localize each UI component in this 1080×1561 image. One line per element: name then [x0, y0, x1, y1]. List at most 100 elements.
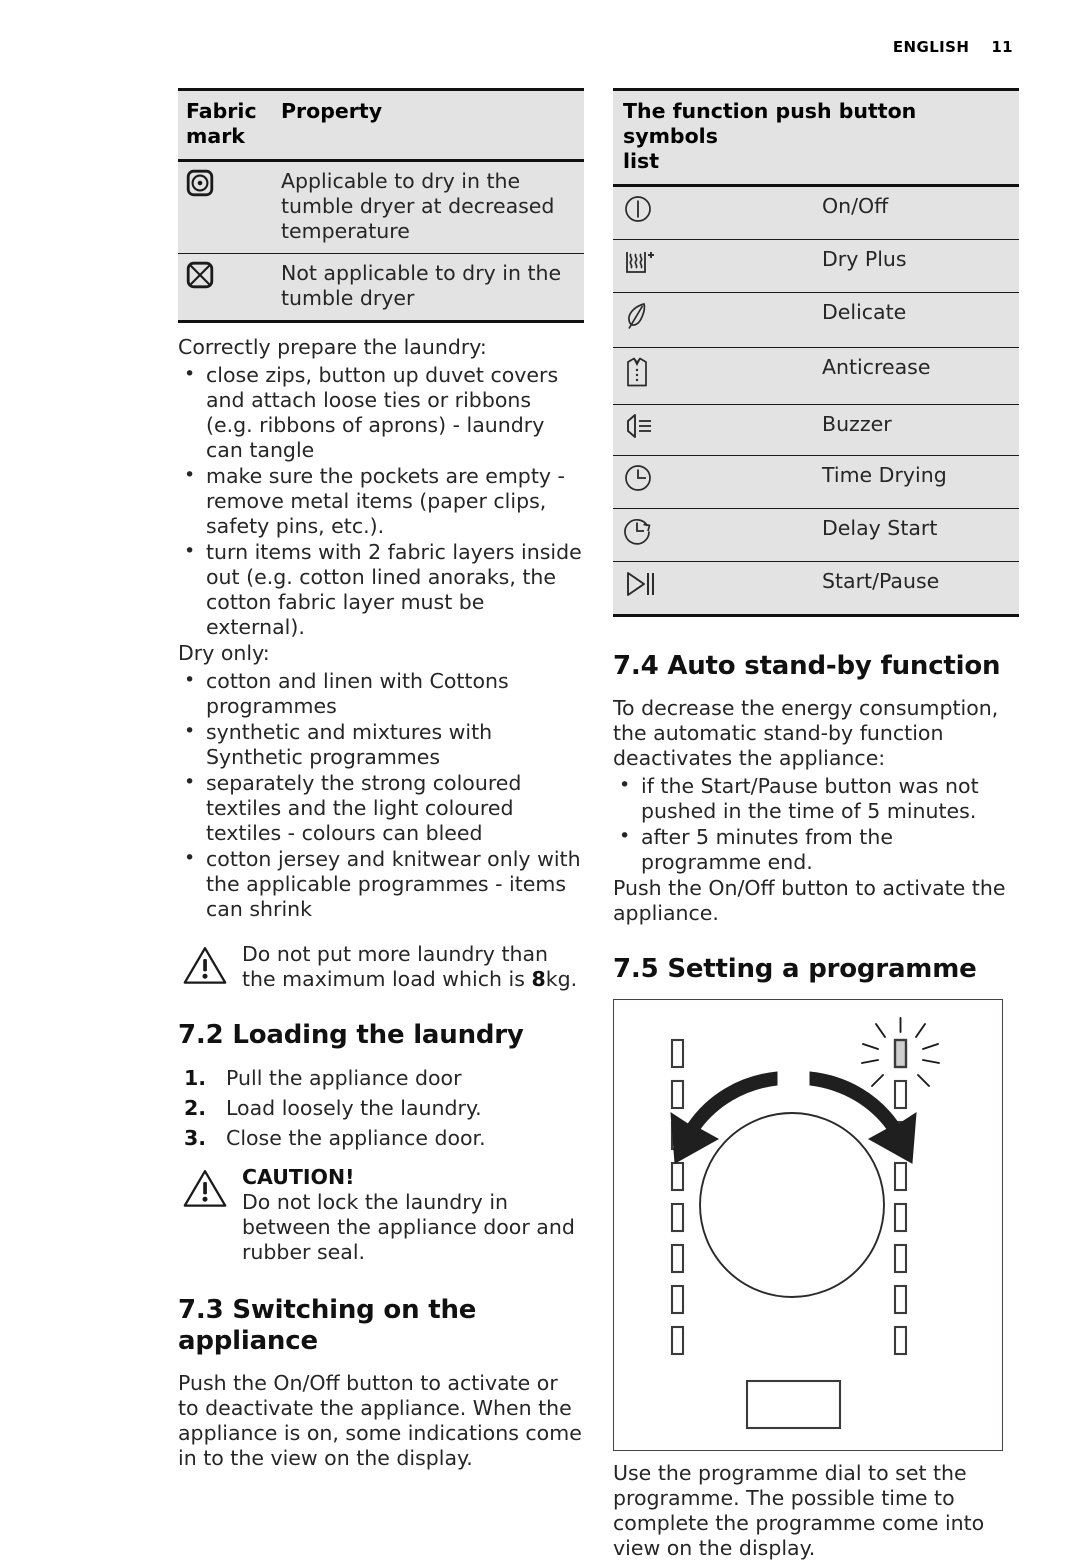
section-74-intro: To decrease the energy consumption, the …	[613, 696, 999, 770]
list-item: turn items with 2 fabric layers inside o…	[178, 539, 584, 640]
section-title: Auto stand-by function	[667, 651, 1001, 681]
symbol-label: On/Off	[816, 184, 1019, 240]
dry-only-label: Dry only:	[178, 641, 270, 665]
table-row: Dry Plus	[613, 239, 1019, 293]
symbol-cell	[613, 184, 816, 240]
fabric-property-cell: Applicable to dry in the tumble dryer at…	[275, 159, 584, 254]
header-language: ENGLISH	[892, 38, 970, 56]
caution-block: CAUTION! Do not lock the laundry in betw…	[178, 1165, 584, 1265]
highlighted-tick	[893, 1038, 908, 1069]
caution-title: CAUTION!	[242, 1165, 355, 1189]
max-load-value: 8	[531, 967, 546, 991]
list-item: cotton jersey and knitwear only with the…	[178, 846, 584, 922]
section-title: Switching on the appliance	[178, 1295, 477, 1356]
symbol-label: Dry Plus	[816, 239, 1019, 293]
symbol-cell	[613, 239, 816, 293]
column-header-symbols-list: The function push button symbols list	[613, 88, 1019, 186]
symbol-cell	[613, 455, 816, 509]
table-row: Applicable to dry in the tumble dryer at…	[178, 159, 584, 254]
symbol-label: Time Drying	[816, 455, 1019, 509]
warning-triangle-icon	[182, 1168, 228, 1213]
section-heading-73: 7.3 Switching on the appliance	[178, 1295, 584, 1357]
section-heading-74: 7.4 Auto stand-by function	[613, 651, 1019, 682]
speaker-buzzer-icon	[623, 412, 659, 446]
play-pause-icon	[623, 569, 657, 605]
symbol-cell	[613, 292, 816, 348]
left-tick-marks	[670, 1038, 685, 1356]
warning-triangle-icon	[182, 945, 228, 990]
power-on-off-icon	[623, 194, 653, 230]
table-row: Delay Start	[613, 508, 1019, 562]
section-number: 7.4	[613, 651, 659, 681]
dry-only-list: cotton and linen with Cottons programmes…	[178, 668, 584, 922]
caution-text-wrapper: CAUTION! Do not lock the laundry in betw…	[242, 1165, 584, 1265]
dry-plus-icon	[623, 247, 657, 283]
list-item: if the Start/Pause button was not pushed…	[613, 773, 1019, 824]
list-item: make sure the pockets are empty - remove…	[178, 463, 584, 539]
display-panel-rectangle	[745, 1379, 842, 1430]
section-75-caption: Use the programme dial to set the progra…	[613, 1461, 985, 1560]
symbol-cell	[613, 347, 816, 405]
section-number: 7.2	[178, 1020, 224, 1050]
symbol-cell	[613, 404, 816, 456]
table-row: Delicate	[613, 292, 1019, 348]
list-item: separately the strong coloured textiles …	[178, 770, 584, 846]
programme-dial-figure	[613, 999, 1003, 1451]
header-page-number: 11	[991, 38, 1013, 56]
table-row: On/Off	[613, 184, 1019, 240]
table-row: Start/Pause	[613, 561, 1019, 617]
prepare-laundry-intro: Correctly prepare the laundry:	[178, 335, 487, 359]
shirt-anticrease-icon	[623, 355, 651, 395]
fabric-mark-table: Fabric mark Property Applicable to dry i…	[178, 88, 584, 323]
column-header-fabric-mark: Fabric mark	[178, 88, 275, 161]
left-column: Fabric mark Property Applicable to dry i…	[178, 88, 584, 1471]
function-symbols-table: The function push button symbols list On…	[613, 88, 1019, 617]
list-item: Close the appliance door.	[184, 1123, 486, 1153]
fabric-property-cell: Not applicable to dry in the tumble drye…	[275, 253, 584, 323]
table-row: Buzzer	[613, 404, 1019, 456]
max-load-warning: Do not put more laundry than the maximum…	[178, 942, 584, 992]
rotate-right-arrow	[809, 1071, 917, 1164]
right-column: The function push button symbols list On…	[613, 88, 1019, 1561]
section-number: 7.3	[178, 1295, 224, 1325]
section-heading-75: 7.5 Setting a programme	[613, 954, 1019, 985]
table-header-row: The function push button symbols list	[613, 88, 1019, 186]
fabric-mark-cell	[178, 159, 275, 254]
list-item: close zips, button up duvet covers and a…	[178, 362, 584, 463]
section-73-body: Push the On/Off button to activate or to…	[178, 1371, 582, 1470]
symbol-label: Delicate	[816, 292, 1019, 348]
symbol-label: Anticrease	[816, 347, 1019, 405]
list-item: cotton and linen with Cottons programmes	[178, 668, 584, 719]
feather-delicate-icon	[623, 300, 651, 338]
table-row: Anticrease	[613, 347, 1019, 405]
section-title: Setting a programme	[667, 954, 977, 984]
column-header-property: Property	[275, 88, 584, 161]
clock-time-drying-icon	[623, 463, 653, 499]
prepare-laundry-list: close zips, button up duvet covers and a…	[178, 362, 584, 640]
fabric-mark-cell	[178, 253, 275, 323]
do-not-tumble-dry-icon	[186, 261, 214, 295]
max-load-warning-text: Do not put more laundry than the maximum…	[242, 942, 578, 991]
section-title: Loading the laundry	[232, 1020, 524, 1050]
list-item: Pull the appliance door	[184, 1063, 462, 1093]
symbol-label: Buzzer	[816, 404, 1019, 456]
programme-dial-illustration	[670, 1017, 940, 1430]
list-item: after 5 minutes from the programme end.	[613, 824, 1019, 875]
tumble-dry-low-heat-icon	[186, 169, 214, 203]
symbol-cell	[613, 508, 816, 562]
symbol-label: Start/Pause	[816, 561, 1019, 617]
loading-laundry-steps: Pull the appliance door Load loosely the…	[178, 1063, 584, 1153]
table-row: Time Drying	[613, 455, 1019, 509]
symbol-cell	[613, 561, 816, 617]
section-heading-72: 7.2 Loading the laundry	[178, 1020, 584, 1051]
list-item: Load loosely the laundry.	[184, 1093, 482, 1123]
standby-conditions-list: if the Start/Pause button was not pushed…	[613, 773, 1019, 875]
table-row: Not applicable to dry in the tumble drye…	[178, 253, 584, 323]
programme-dial-circle[interactable]	[699, 1112, 885, 1298]
page-header: ENGLISH 11	[893, 38, 1013, 56]
section-number: 7.5	[613, 954, 659, 984]
caution-body: Do not lock the laundry in between the a…	[242, 1190, 575, 1264]
right-tick-marks	[893, 1038, 908, 1356]
clock-arrow-delay-start-icon	[623, 516, 655, 552]
list-item: synthetic and mixtures with Synthetic pr…	[178, 719, 584, 770]
